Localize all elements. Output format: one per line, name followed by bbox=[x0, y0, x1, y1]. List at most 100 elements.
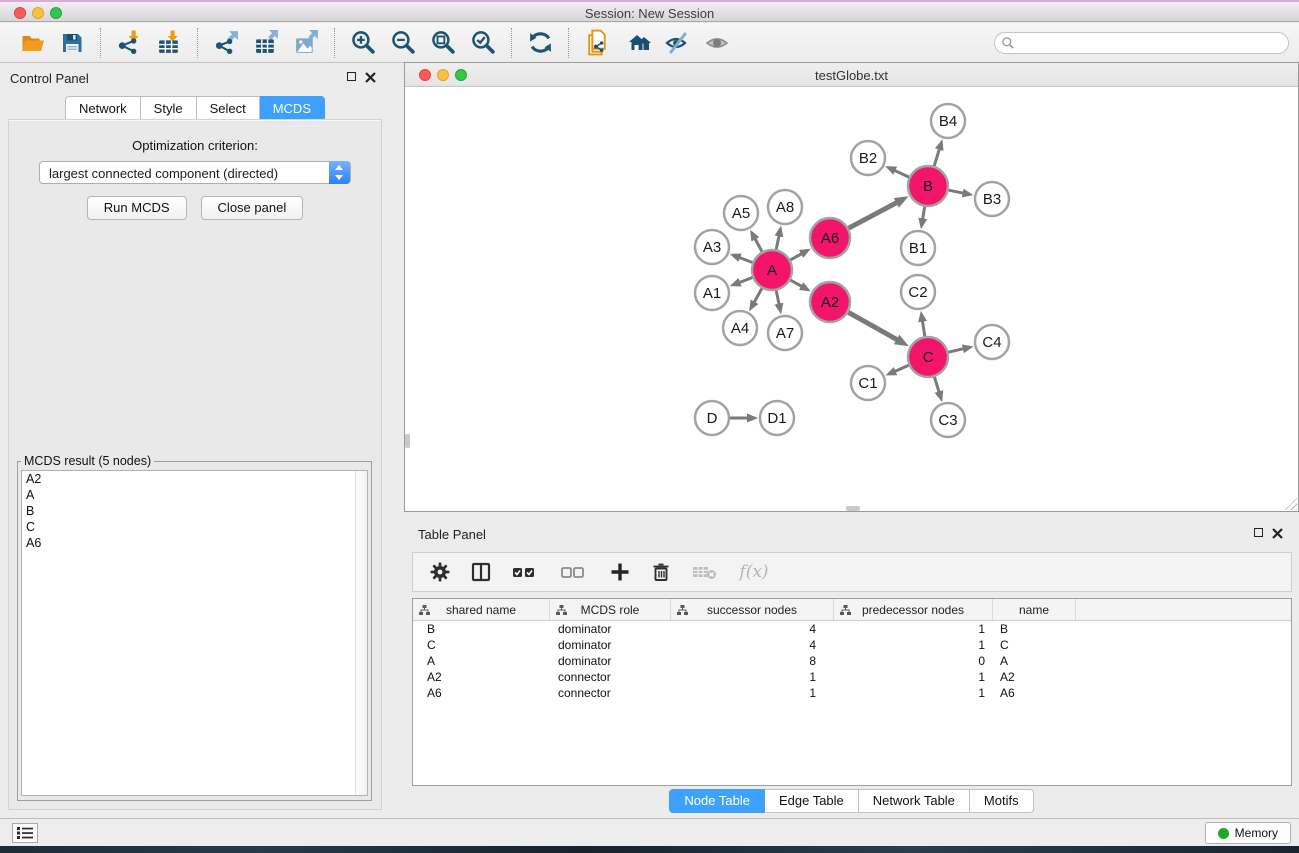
close-panel-button[interactable]: Close panel bbox=[201, 196, 304, 220]
export-image-icon[interactable] bbox=[286, 26, 326, 60]
edge-B-B4[interactable] bbox=[934, 149, 939, 166]
tab-network-table[interactable]: Network Table bbox=[859, 789, 970, 813]
table-cell[interactable]: B bbox=[993, 622, 1076, 636]
result-list-item[interactable]: C bbox=[22, 519, 367, 535]
float-panel-icon[interactable] bbox=[347, 72, 356, 81]
result-list-item[interactable]: A6 bbox=[22, 535, 367, 551]
edge-A-A2[interactable] bbox=[790, 280, 802, 286]
refresh-icon[interactable] bbox=[520, 26, 560, 60]
run-mcds-button[interactable]: Run MCDS bbox=[87, 196, 187, 220]
table-cell[interactable]: A2 bbox=[993, 670, 1076, 684]
close-table-panel-icon[interactable] bbox=[1272, 528, 1283, 539]
criterion-dropdown[interactable]: largest connected component (directed) bbox=[39, 161, 351, 184]
edge-B-B1[interactable] bbox=[923, 207, 925, 220]
memory-button[interactable]: Memory bbox=[1205, 822, 1291, 844]
show-graphics-icon[interactable] bbox=[697, 26, 737, 60]
tab-node-table[interactable]: Node Table bbox=[669, 789, 765, 813]
column-header-mcds-role[interactable]: MCDS role bbox=[550, 599, 671, 620]
node-A[interactable]: A bbox=[752, 250, 792, 290]
table-cell[interactable]: 1 bbox=[671, 686, 834, 700]
export-table-icon[interactable] bbox=[246, 26, 286, 60]
node-B1[interactable]: B1 bbox=[901, 231, 935, 265]
table-cell[interactable]: A bbox=[413, 654, 550, 668]
edge-B-B2[interactable] bbox=[894, 170, 909, 177]
node-A1[interactable]: A1 bbox=[695, 276, 729, 310]
network-canvas[interactable]: AA2A6BCA1A3A4A5A7A8B1B2B3B4C1C2C3C4DD1 bbox=[405, 87, 1298, 511]
table-cell[interactable]: connector bbox=[550, 686, 671, 700]
node-A5[interactable]: A5 bbox=[724, 196, 758, 230]
network-graph[interactable]: AA2A6BCA1A3A4A5A7A8B1B2B3B4C1C2C3C4DD1 bbox=[405, 87, 1298, 511]
result-list-item[interactable]: A2 bbox=[22, 471, 367, 487]
table-cell[interactable]: 1 bbox=[834, 622, 993, 636]
select-all-icon[interactable] bbox=[510, 559, 542, 585]
deselect-all-icon[interactable] bbox=[559, 559, 591, 585]
edge-C-C1[interactable] bbox=[895, 365, 909, 371]
table-cell[interactable]: 1 bbox=[671, 670, 834, 684]
edge-A-A3[interactable] bbox=[739, 257, 752, 262]
table-cell[interactable]: B bbox=[413, 622, 550, 636]
edge-A-A7[interactable] bbox=[776, 291, 779, 305]
delete-table-icon[interactable] bbox=[690, 559, 720, 585]
settings-gear-icon[interactable] bbox=[428, 559, 452, 585]
add-column-icon[interactable] bbox=[608, 559, 632, 585]
table-cell[interactable]: 4 bbox=[671, 638, 834, 652]
node-D[interactable]: D bbox=[695, 401, 729, 435]
node-C4[interactable]: C4 bbox=[975, 325, 1009, 359]
node-B4[interactable]: B4 bbox=[931, 104, 965, 138]
table-row[interactable]: A6connector11A6 bbox=[413, 685, 1291, 701]
search-field[interactable] bbox=[994, 32, 1289, 54]
table-cell[interactable]: C bbox=[413, 638, 550, 652]
edge-A6-B[interactable] bbox=[849, 202, 898, 228]
table-row[interactable]: Adominator80A bbox=[413, 653, 1291, 669]
edge-A-A6[interactable] bbox=[790, 254, 802, 260]
node-B3[interactable]: B3 bbox=[975, 182, 1009, 216]
table-cell[interactable]: A6 bbox=[413, 686, 550, 700]
node-B[interactable]: B bbox=[908, 166, 948, 206]
node-D1[interactable]: D1 bbox=[760, 401, 794, 435]
zoom-selected-icon[interactable] bbox=[463, 26, 503, 60]
node-A8[interactable]: A8 bbox=[768, 190, 802, 224]
table-cell[interactable]: C bbox=[993, 638, 1076, 652]
search-input[interactable] bbox=[1015, 36, 1265, 50]
edge-C-C4[interactable] bbox=[948, 349, 963, 353]
zoom-in-icon[interactable] bbox=[343, 26, 383, 60]
table-cell[interactable]: connector bbox=[550, 670, 671, 684]
table-cell[interactable]: 8 bbox=[671, 654, 834, 668]
edge-C-C2[interactable] bbox=[922, 321, 924, 337]
import-network-icon[interactable] bbox=[109, 26, 149, 60]
column-header-successor-nodes[interactable]: successor nodes bbox=[671, 599, 834, 620]
network-window-titlebar[interactable]: testGlobe.txt bbox=[405, 63, 1298, 87]
close-panel-icon[interactable] bbox=[365, 72, 376, 83]
table-row[interactable]: A2connector11A2 bbox=[413, 669, 1291, 685]
zoom-out-icon[interactable] bbox=[383, 26, 423, 60]
column-header-predecessor-nodes[interactable]: predecessor nodes bbox=[834, 599, 993, 620]
result-list-scrollbar[interactable] bbox=[355, 471, 367, 795]
tab-motifs[interactable]: Motifs bbox=[970, 789, 1034, 813]
home-icon[interactable] bbox=[617, 26, 657, 60]
float-table-panel-icon[interactable] bbox=[1254, 528, 1263, 537]
column-header-shared-name[interactable]: shared name bbox=[413, 599, 550, 620]
node-A6[interactable]: A6 bbox=[810, 218, 850, 258]
edge-A-A4[interactable] bbox=[754, 288, 762, 302]
node-A4[interactable]: A4 bbox=[723, 311, 757, 345]
result-list-item[interactable]: B bbox=[22, 503, 367, 519]
table-cell[interactable]: 1 bbox=[834, 686, 993, 700]
table-cell[interactable]: dominator bbox=[550, 638, 671, 652]
mcds-result-list[interactable]: A2ABCA6 bbox=[21, 470, 368, 796]
tab-edge-table[interactable]: Edge Table bbox=[765, 789, 859, 813]
import-table-icon[interactable] bbox=[149, 26, 189, 60]
open-file-icon[interactable] bbox=[12, 26, 52, 60]
table-row[interactable]: Bdominator41B bbox=[413, 621, 1291, 637]
export-network-icon[interactable] bbox=[206, 26, 246, 60]
edge-B-B3[interactable] bbox=[949, 190, 964, 193]
task-history-button[interactable] bbox=[12, 823, 38, 843]
node-C2[interactable]: C2 bbox=[901, 275, 935, 309]
hide-graphics-icon[interactable] bbox=[657, 26, 697, 60]
result-list-item[interactable]: A bbox=[22, 487, 367, 503]
node-A2[interactable]: A2 bbox=[810, 282, 850, 322]
node-A3[interactable]: A3 bbox=[695, 230, 729, 264]
function-builder-icon[interactable]: f(x) bbox=[737, 559, 771, 585]
table-cell[interactable]: 1 bbox=[834, 638, 993, 652]
column-header-name[interactable]: name bbox=[993, 599, 1076, 620]
table-cell[interactable]: dominator bbox=[550, 622, 671, 636]
